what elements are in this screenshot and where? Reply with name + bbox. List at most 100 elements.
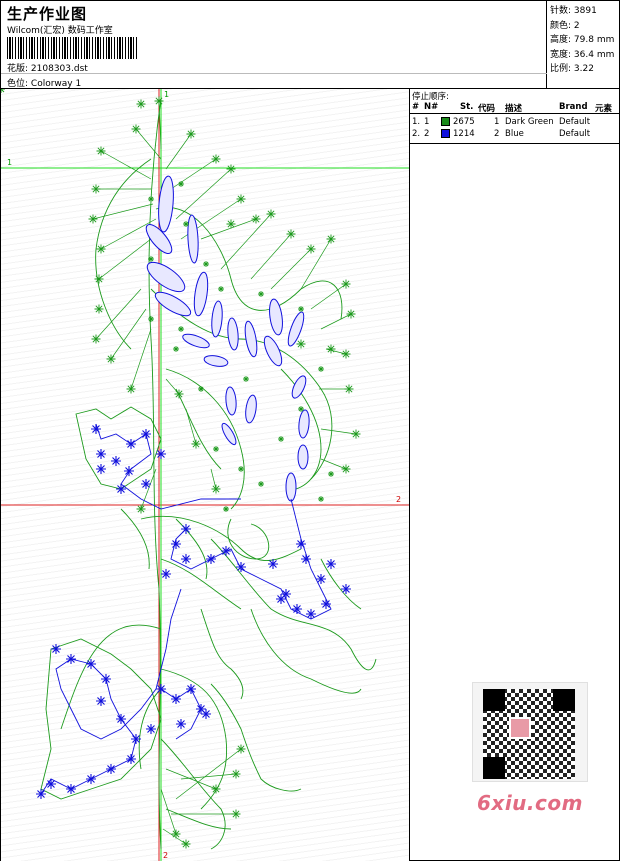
stitch-star bbox=[106, 354, 116, 364]
col-brand: Brand bbox=[559, 102, 588, 112]
col-elem: 元素 bbox=[595, 104, 613, 114]
stitch-star bbox=[231, 809, 241, 819]
stitch-star bbox=[341, 349, 351, 359]
stitch-star bbox=[316, 574, 326, 584]
stitch-star bbox=[148, 256, 154, 262]
stitch-star bbox=[236, 562, 246, 572]
stitch-star bbox=[141, 429, 151, 439]
stitch-star bbox=[96, 464, 106, 474]
stitch-star bbox=[148, 196, 154, 202]
stitch-star bbox=[181, 839, 191, 849]
stitch-star bbox=[156, 449, 166, 459]
stitch-star bbox=[94, 274, 104, 284]
stitch-star bbox=[176, 719, 186, 729]
stitch-star bbox=[258, 291, 264, 297]
stitch-star bbox=[328, 471, 334, 477]
stitch-star bbox=[148, 316, 154, 322]
stitch-star bbox=[181, 554, 191, 564]
stitch-star bbox=[186, 129, 196, 139]
stitch-star bbox=[111, 456, 121, 466]
stitch-star bbox=[66, 784, 76, 794]
stitch-star bbox=[136, 504, 146, 514]
qr-code-box bbox=[472, 682, 588, 782]
qr-logo-icon bbox=[509, 717, 531, 739]
stitch-star bbox=[86, 774, 96, 784]
stitch-star bbox=[223, 506, 229, 512]
design-stats: 针数: 3891 颜色: 2 高度: 79.8 mm 宽度: 36.4 mm 比… bbox=[550, 4, 620, 77]
header-divider bbox=[1, 73, 547, 74]
guide-vertical-2-label: 2 bbox=[163, 851, 168, 860]
stitch-star bbox=[298, 406, 304, 412]
stitch-star bbox=[296, 339, 306, 349]
stitch-star bbox=[211, 484, 221, 494]
stat-height: 高度: 79.8 mm bbox=[550, 35, 615, 45]
stitch-star bbox=[186, 684, 196, 694]
header-info: 生产作业图 Wilcom(汇宏) 数码工作室 花版: 2108303.dst 色… bbox=[1, 1, 547, 89]
stitch-star bbox=[318, 366, 324, 372]
stitch-star bbox=[91, 424, 101, 434]
guide-horizontal-1-label: 1 bbox=[7, 158, 12, 167]
stitch-star bbox=[136, 99, 146, 109]
stitch-star bbox=[94, 304, 104, 314]
stitch-star bbox=[292, 604, 302, 614]
stat-stitches: 针数: 3891 bbox=[550, 6, 597, 16]
stitch-star bbox=[116, 714, 126, 724]
stitch-star bbox=[181, 524, 191, 534]
stitch-star bbox=[146, 724, 156, 734]
stitch-star bbox=[326, 559, 336, 569]
stitch-star bbox=[211, 154, 221, 164]
stitch-star bbox=[346, 309, 356, 319]
stitch-star bbox=[178, 326, 184, 332]
stitch-star bbox=[174, 389, 184, 399]
stitch-star bbox=[206, 554, 216, 564]
stitch-star bbox=[226, 219, 236, 229]
stitch-star bbox=[341, 279, 351, 289]
stitch-star bbox=[236, 744, 246, 754]
stitch-star bbox=[236, 194, 246, 204]
stitch-star bbox=[296, 539, 306, 549]
stitch-star bbox=[268, 559, 278, 569]
stop-order-row[interactable]: 2. 2 1214 2 Blue Default bbox=[410, 128, 620, 140]
stat-scale: 比例: 3.22 bbox=[550, 64, 594, 74]
stitch-star bbox=[101, 674, 111, 684]
stitch-star bbox=[171, 829, 181, 839]
stitch-star bbox=[341, 584, 351, 594]
stitch-star bbox=[126, 384, 136, 394]
stitch-star bbox=[86, 659, 96, 669]
stitch-star bbox=[161, 569, 171, 579]
stitch-star bbox=[213, 446, 219, 452]
stitch-star bbox=[326, 234, 336, 244]
stitch-star bbox=[66, 654, 76, 664]
stitch-star bbox=[218, 286, 224, 292]
stitch-star bbox=[36, 789, 46, 799]
stitch-star bbox=[96, 696, 106, 706]
stat-width: 宽度: 36.4 mm bbox=[550, 49, 615, 60]
stitch-star bbox=[278, 436, 284, 442]
stitch-star bbox=[221, 546, 231, 556]
col-no: N# bbox=[424, 102, 439, 112]
green-star-stitches bbox=[1, 89, 5, 93]
stitch-star bbox=[276, 594, 286, 604]
stitch-star bbox=[126, 754, 136, 764]
stop-order-row[interactable]: 1. 1 2675 1 Dark Green Default bbox=[410, 116, 620, 128]
stitch-star bbox=[91, 184, 101, 194]
company-name: Wilcom(汇宏) 数码工作室 bbox=[7, 26, 113, 36]
stitch-star bbox=[96, 449, 106, 459]
guide-horizontal-2-label: 2 bbox=[396, 495, 401, 504]
col-num: # bbox=[412, 102, 420, 112]
colorway-line: 色位: Colorway 1 bbox=[7, 76, 81, 89]
blue-satin-stitches bbox=[145, 175, 310, 502]
site-watermark-logo: 6xiu.com bbox=[477, 791, 583, 815]
stitch-star bbox=[203, 261, 209, 267]
col-st: St. bbox=[460, 102, 474, 112]
embroidery-drawing: 1 2 1 2 bbox=[1, 89, 409, 861]
stitch-star bbox=[266, 209, 276, 219]
colorway-name: Colorway 1 bbox=[30, 79, 82, 89]
embroidery-preview[interactable]: 1 2 1 2 bbox=[1, 89, 410, 861]
stitch-star bbox=[46, 779, 56, 789]
header: 生产作业图 Wilcom(汇宏) 数码工作室 花版: 2108303.dst 色… bbox=[1, 1, 620, 89]
stitch-star bbox=[154, 96, 164, 106]
stitch-star bbox=[318, 496, 324, 502]
stitch-star bbox=[171, 539, 181, 549]
stitch-star bbox=[126, 439, 136, 449]
